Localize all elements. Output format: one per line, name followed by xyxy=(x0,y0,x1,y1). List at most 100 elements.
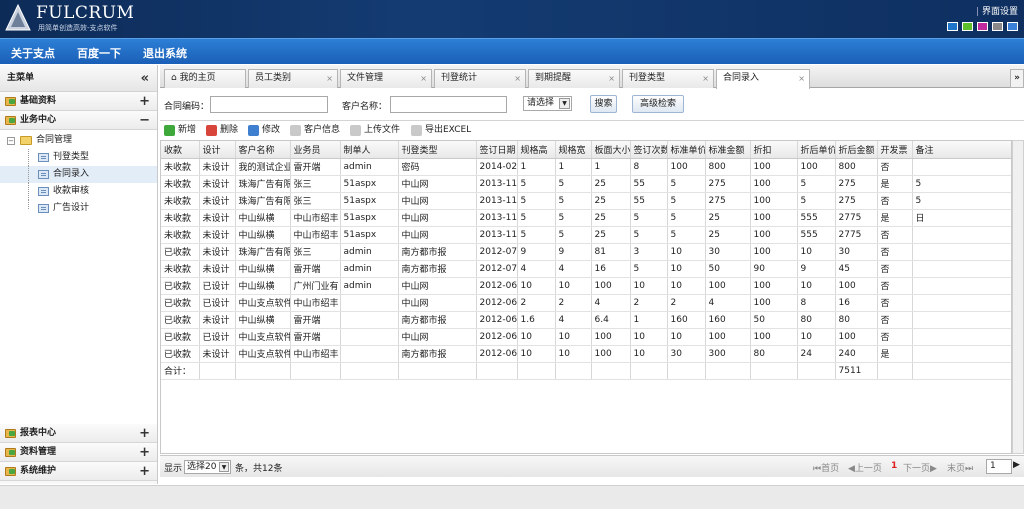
theme-swatch-green[interactable] xyxy=(962,22,973,31)
advanced-search-button[interactable]: 高级检索 xyxy=(632,95,684,113)
sidebar-section-base[interactable]: 基础资料 + xyxy=(0,92,157,111)
table-row[interactable]: 未收款 未设计 中山纵横 中山市绍丰 51aspx 中山网 2013-11- 5 5 25 5 5 25… xyxy=(161,209,1011,227)
column-header[interactable]: 设计 xyxy=(199,141,236,159)
table-row[interactable]: 已收款 已设计 中山纵横 广州门业有 admin 中山网 2012-06- 10 10 100 10… xyxy=(161,277,1011,295)
tab-file-mgmt[interactable]: 文件管理 × xyxy=(340,69,432,88)
theme-swatches xyxy=(947,22,1018,31)
total-cell xyxy=(517,362,556,380)
page-number-input[interactable]: 1 xyxy=(986,459,1012,474)
collapse-minus-icon[interactable]: − xyxy=(139,111,150,130)
tab-expiry-reminder[interactable]: 到期提醒 × xyxy=(528,69,620,88)
column-header[interactable]: 制单人 xyxy=(340,141,399,159)
table-row[interactable]: 已收款 已设计 中山支点软件 雷开端 中山网 2012-06- 10 10 100 10 10 100… xyxy=(161,328,1011,346)
table-cell: 是 xyxy=(877,345,913,363)
column-header[interactable]: 开发票 xyxy=(877,141,913,159)
theme-swatch-magenta[interactable] xyxy=(977,22,988,31)
table-row[interactable]: 已收款 未设计 中山纵横 雷开端 南方都市报 2012-06- 1.6 4 6.4 1 160 160… xyxy=(161,311,1011,329)
sidebar-section-report[interactable]: 报表中心 + xyxy=(0,424,157,443)
total-cell xyxy=(398,362,477,380)
table-cell: 未设计 xyxy=(199,311,236,329)
close-icon[interactable]: × xyxy=(420,70,427,87)
column-header[interactable]: 收款 xyxy=(161,141,200,159)
theme-swatch-gray[interactable] xyxy=(992,22,1003,31)
tree-item-contract-entry[interactable]: 合同录入 xyxy=(0,166,157,183)
search-button[interactable]: 搜索 xyxy=(590,95,617,113)
column-header[interactable]: 板面大小 xyxy=(591,141,631,159)
table-row[interactable]: 未收款 未设计 中山纵横 中山市绍丰 51aspx 中山网 2013-11- 5 5 25 5 5 25… xyxy=(161,226,1011,244)
upload-file-button[interactable]: 上传文件 xyxy=(350,124,400,137)
tab-contract-entry[interactable]: 合同录入 × xyxy=(716,69,810,89)
edit-button[interactable]: 修改 xyxy=(248,124,280,137)
table-row[interactable]: 未收款 未设计 珠海广告有限 张三 51aspx 中山网 2013-11- 5 5 25 55 5 27… xyxy=(161,192,1011,210)
table-cell: 10 xyxy=(517,328,556,346)
contract-no-input[interactable] xyxy=(210,96,328,113)
go-arrow-icon[interactable]: ▶ xyxy=(1013,460,1020,470)
column-header[interactable]: 标准金额 xyxy=(705,141,751,159)
table-cell: 5 xyxy=(517,192,556,210)
tree-collapse-icon[interactable]: − xyxy=(7,137,15,145)
prev-page-link[interactable]: ◀上一页 xyxy=(848,461,882,474)
nav-baidu[interactable]: 百度一下 xyxy=(77,45,121,61)
tab-publish-type[interactable]: 刊登类型 × xyxy=(622,69,714,88)
table-row[interactable]: 已收款 未设计 珠海广告有限 张三 admin 南方都市报 2012-07- 9 9 81 3 10 3… xyxy=(161,243,1011,261)
next-page-link[interactable]: 下一页▶ xyxy=(903,461,937,474)
fulcrum-logo-icon xyxy=(5,4,31,31)
table-row[interactable]: 已收款 已设计 中山支点软件 中山市绍丰 中山网 2012-06- 2 2 4 2 2 4 100 8 16… xyxy=(161,294,1011,312)
nav-about[interactable]: 关于支点 xyxy=(11,45,55,61)
close-icon[interactable]: × xyxy=(514,70,521,87)
column-header[interactable]: 业务员 xyxy=(290,141,341,159)
column-header[interactable]: 客户名称 xyxy=(235,141,291,159)
table-row[interactable]: 已收款 未设计 中山支点软件 中山市绍丰 南方都市报 2012-06- 10 10 100 10 3… xyxy=(161,345,1011,363)
nav-logout[interactable]: 退出系统 xyxy=(143,45,187,61)
column-header[interactable]: 折后金额 xyxy=(835,141,878,159)
expand-plus-icon[interactable]: + xyxy=(139,424,150,443)
export-excel-button[interactable]: 导出EXCEL xyxy=(411,124,471,137)
customer-name-input[interactable] xyxy=(390,96,507,113)
tab-staff-category[interactable]: 员工类别 × xyxy=(248,69,338,88)
column-header[interactable]: 规格高 xyxy=(517,141,556,159)
tree-node-contract-mgmt[interactable]: − 合同管理 xyxy=(0,132,157,149)
grid-scrollbar[interactable] xyxy=(1012,140,1024,454)
theme-swatch-lightblue[interactable] xyxy=(1007,22,1018,31)
column-header[interactable]: 刊登类型 xyxy=(398,141,477,159)
expand-plus-icon[interactable]: + xyxy=(139,92,150,111)
table-row[interactable]: 未收款 未设计 我的测试企业 雷开端 admin 密码 2014-02- 1 1 1 8 100 800… xyxy=(161,158,1011,176)
column-header[interactable]: 签订次数 xyxy=(630,141,668,159)
filter-select[interactable]: 请选择 ▼ xyxy=(523,96,572,111)
column-header[interactable]: 规格宽 xyxy=(555,141,592,159)
close-icon[interactable]: × xyxy=(608,70,615,87)
table-cell: 10 xyxy=(667,277,706,295)
expand-plus-icon[interactable]: + xyxy=(139,462,150,481)
page-size-select[interactable]: 选择20 ▼ xyxy=(184,460,231,474)
theme-swatch-blue[interactable] xyxy=(947,22,958,31)
column-header[interactable]: 折扣 xyxy=(750,141,798,159)
sidebar-section-material[interactable]: 资料管理 + xyxy=(0,443,157,462)
double-chevron-left-icon[interactable]: « xyxy=(141,65,149,92)
table-cell: 80 xyxy=(835,311,878,329)
tab-scroll-right-icon[interactable]: » xyxy=(1010,69,1024,88)
close-icon[interactable]: × xyxy=(326,70,333,87)
column-header[interactable]: 标准单价 xyxy=(667,141,706,159)
first-page-link[interactable]: ⏮首页 xyxy=(813,461,839,474)
tree-item-payment-review[interactable]: 收款审核 xyxy=(0,183,157,200)
column-header[interactable]: 签订日期 xyxy=(476,141,518,159)
delete-button[interactable]: 删除 xyxy=(206,124,238,137)
column-header[interactable]: 折后单价 xyxy=(797,141,836,159)
sidebar-section-business[interactable]: 业务中心 − xyxy=(0,111,157,130)
tree-item-publish-type[interactable]: 刊登类型 xyxy=(0,149,157,166)
table-cell: 2012-06- xyxy=(476,328,518,346)
interface-settings-link[interactable]: | 界面设置 xyxy=(976,4,1018,17)
tab-publish-stats[interactable]: 刊登统计 × xyxy=(434,69,526,88)
last-page-link[interactable]: 末页⏭ xyxy=(947,461,973,474)
tab-home[interactable]: ⌂ 我的主页 xyxy=(164,69,246,88)
column-header[interactable]: 备注 xyxy=(912,141,1011,159)
expand-plus-icon[interactable]: + xyxy=(139,443,150,462)
tree-item-ad-design[interactable]: 广告设计 xyxy=(0,200,157,217)
close-icon[interactable]: × xyxy=(702,70,709,87)
sidebar-section-system[interactable]: 系统维护 + xyxy=(0,462,157,481)
new-button[interactable]: 新增 xyxy=(164,124,196,137)
close-icon[interactable]: × xyxy=(798,70,805,87)
table-row[interactable]: 未收款 未设计 珠海广告有限 张三 51aspx 中山网 2013-11- 5 5 25 55 5 27… xyxy=(161,175,1011,193)
table-row[interactable]: 未收款 未设计 中山纵横 雷开端 admin 南方都市报 2012-07- 4 4 16 5 10 50… xyxy=(161,260,1011,278)
customer-info-button[interactable]: 客户信息 xyxy=(290,124,340,137)
